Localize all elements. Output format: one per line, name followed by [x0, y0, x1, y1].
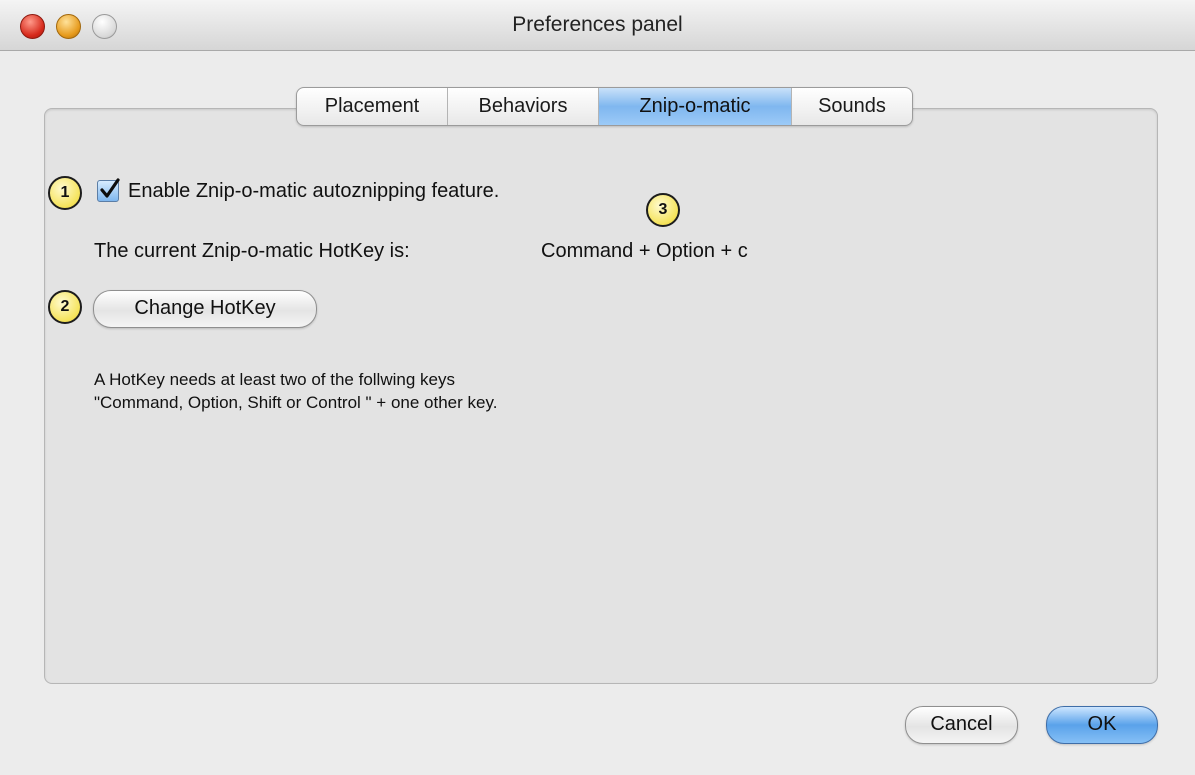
hotkey-requirements-note: A HotKey needs at least two of the follw… [94, 368, 497, 414]
note-line-2: "Command, Option, Shift or Control " + o… [94, 393, 498, 412]
tab-sounds[interactable]: Sounds [792, 88, 912, 125]
callout-3-badge: 3 [646, 193, 680, 227]
hotkey-value: Command + Option + c [541, 240, 748, 262]
title-bar: Preferences panel [0, 0, 1195, 51]
note-line-1: A HotKey needs at least two of the follw… [94, 370, 455, 389]
tab-behaviors[interactable]: Behaviors [448, 88, 599, 125]
callout-2-badge: 2 [48, 290, 82, 324]
checkmark-icon [100, 178, 120, 198]
ok-button[interactable]: OK [1046, 706, 1158, 744]
cancel-button[interactable]: Cancel [905, 706, 1018, 744]
hotkey-label: The current Znip-o-matic HotKey is: [94, 240, 410, 262]
change-hotkey-button[interactable]: Change HotKey [93, 290, 317, 328]
enable-autoznipping-label: Enable Znip-o-matic autoznipping feature… [128, 180, 500, 202]
tab-znip-o-matic[interactable]: Znip-o-matic [599, 88, 792, 125]
tab-bar: Placement Behaviors Znip-o-matic Sounds [296, 87, 913, 126]
enable-autoznipping-checkbox[interactable] [97, 178, 120, 202]
tab-placement[interactable]: Placement [297, 88, 448, 125]
window-title: Preferences panel [512, 13, 683, 36]
callout-1-badge: 1 [48, 176, 82, 210]
